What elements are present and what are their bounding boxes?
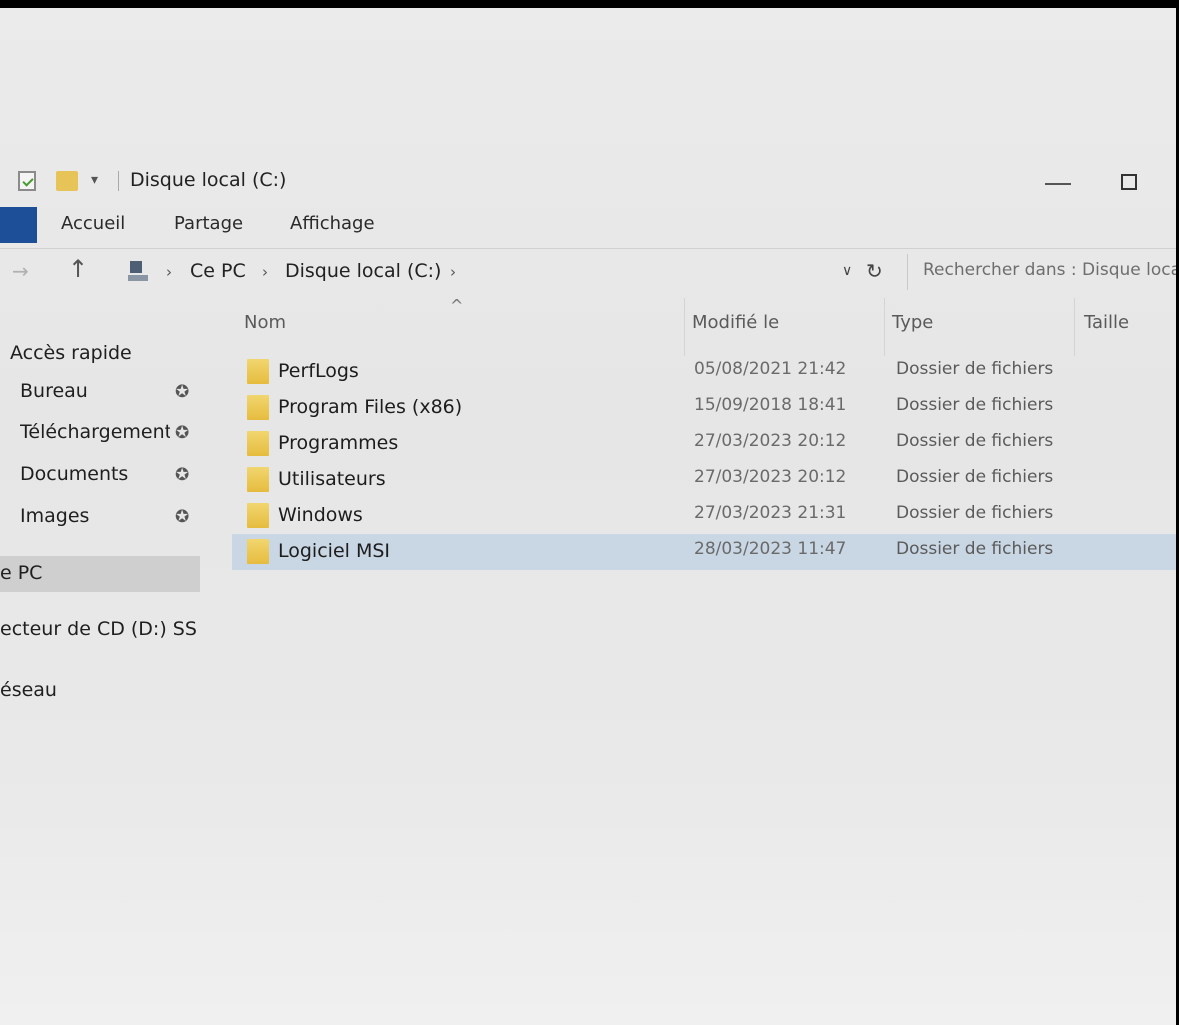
table-row[interactable]: PerfLogs 05/08/2021 21:42 Dossier de fic… (232, 354, 1176, 390)
table-row[interactable]: Utilisateurs 27/03/2023 20:12 Dossier de… (232, 462, 1176, 498)
address-history-dropdown-icon[interactable]: ∨ (842, 263, 852, 279)
column-header-modified[interactable]: Modifié le (692, 312, 779, 333)
refresh-icon[interactable]: ↻ (866, 259, 883, 283)
sidebar-item-bureau[interactable]: Bureau ✪ (10, 376, 200, 410)
sidebar-item-network[interactable]: éseau (0, 675, 190, 709)
folder-icon (247, 359, 269, 384)
pin-icon: ✪ (175, 465, 190, 485)
sidebar-item-images[interactable]: Images ✪ (10, 501, 200, 535)
tab-partage[interactable]: Partage (174, 213, 243, 234)
search-input[interactable]: Rechercher dans : Disque loca... (907, 254, 1176, 290)
column-header-name[interactable]: Nom (244, 312, 286, 333)
sidebar-item-ce-pc[interactable]: e PC (0, 556, 200, 592)
tab-affichage[interactable]: Affichage (290, 213, 375, 234)
pc-icon[interactable] (128, 261, 148, 283)
explorer-window: ▾ Disque local (C:) Accueil Partage Affi… (0, 8, 1176, 1025)
back-arrow-icon[interactable]: → (12, 259, 29, 283)
minimize-icon[interactable] (1045, 183, 1071, 185)
title-separator (118, 171, 119, 191)
sidebar-item-telechargements[interactable]: Téléchargements ✪ (10, 417, 200, 451)
new-folder-icon[interactable] (56, 171, 78, 191)
title-bar: ▾ Disque local (C:) (0, 163, 1176, 203)
chevron-right-icon[interactable]: › (166, 263, 172, 281)
sidebar-item-cd-drive[interactable]: ecteur de CD (D:) SS (0, 614, 220, 648)
window-title: Disque local (C:) (130, 169, 287, 191)
table-row[interactable]: Program Files (x86) 15/09/2018 18:41 Dos… (232, 390, 1176, 426)
pin-icon: ✪ (175, 507, 190, 527)
column-header-size[interactable]: Taille (1084, 312, 1129, 333)
column-header-type[interactable]: Type (892, 312, 933, 333)
pin-icon: ✪ (175, 382, 190, 402)
sidebar-item-documents[interactable]: Documents ✪ (10, 459, 200, 493)
folder-icon (247, 503, 269, 528)
folder-icon (247, 431, 269, 456)
address-bar: → ↑ › Ce PC › Disque local (C:) › ∨ ↻ Re… (0, 248, 1176, 295)
folder-icon (247, 539, 269, 564)
chevron-right-icon[interactable]: › (450, 263, 456, 281)
breadcrumb-ce-pc[interactable]: Ce PC (190, 260, 246, 282)
column-divider[interactable] (1074, 298, 1075, 356)
pin-icon: ✪ (175, 423, 190, 443)
column-divider[interactable] (884, 298, 885, 356)
table-row[interactable]: Windows 27/03/2023 21:31 Dossier de fich… (232, 498, 1176, 534)
up-arrow-icon[interactable]: ↑ (68, 255, 88, 283)
folder-icon (247, 395, 269, 420)
properties-check-icon[interactable] (18, 171, 36, 191)
breadcrumb-disque-local[interactable]: Disque local (C:) (285, 260, 441, 282)
ribbon-tabs: Accueil Partage Affichage (0, 204, 1176, 246)
sidebar-item-quick-access[interactable]: Accès rapide (10, 338, 200, 372)
table-row[interactable]: Programmes 27/03/2023 20:12 Dossier de f… (232, 426, 1176, 462)
sort-ascending-icon: ^ (450, 296, 464, 315)
file-list: ^ Nom Modifié le Type Taille PerfLogs 05… (232, 296, 1176, 1025)
customize-quick-access-icon[interactable]: ▾ (91, 172, 98, 188)
tab-accueil[interactable]: Accueil (61, 213, 125, 234)
navigation-pane: Accès rapide Bureau ✪ Téléchargements ✪ … (0, 298, 232, 1025)
table-row-selected[interactable]: Logiciel MSI 28/03/2023 11:47 Dossier de… (232, 534, 1176, 570)
folder-icon (247, 467, 269, 492)
tab-fichier[interactable] (0, 207, 37, 243)
maximize-icon[interactable] (1121, 174, 1137, 190)
chevron-right-icon[interactable]: › (262, 263, 268, 281)
column-divider[interactable] (684, 298, 685, 356)
